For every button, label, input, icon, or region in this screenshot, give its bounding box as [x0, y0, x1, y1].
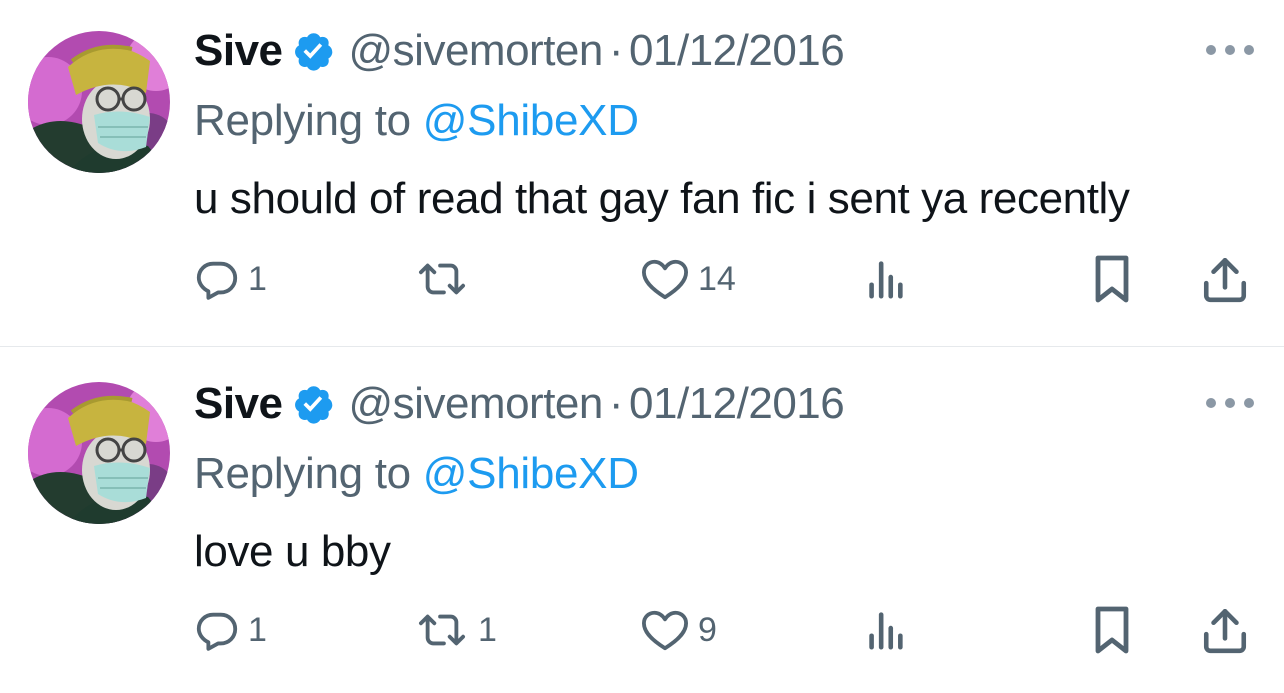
views-bar-chart-icon	[869, 612, 903, 650]
bookmark-icon	[1095, 606, 1129, 654]
retweet-count: 1	[478, 610, 497, 649]
verified-badge-icon	[291, 29, 335, 73]
replying-to-label: Replying to	[194, 449, 411, 498]
avatar-image	[28, 382, 170, 524]
like-heart-icon	[642, 259, 688, 300]
avatar[interactable]	[28, 382, 170, 524]
share-icon	[1203, 257, 1247, 303]
like-count: 14	[698, 259, 736, 298]
action-bar: 1 1 9	[0, 605, 1284, 655]
reply-icon	[196, 261, 238, 300]
replying-to-label: Replying to	[194, 96, 411, 145]
tweet-text: u should of read that gay fan fic i sent…	[194, 174, 1130, 223]
reply-count: 1	[248, 259, 267, 298]
tweet[interactable]: Sive @sivemorten · 01/12/2016 Replying t…	[0, 0, 1284, 346]
handle[interactable]: @sivemorten	[349, 379, 604, 429]
action-bar: 1 14	[0, 254, 1284, 304]
like-button[interactable]: 14	[640, 254, 736, 304]
tweet-date[interactable]: 01/12/2016	[629, 26, 845, 76]
views-button[interactable]	[864, 254, 906, 304]
retweet-button[interactable]	[414, 254, 478, 304]
tweet-text: love u bby	[194, 527, 391, 576]
reply-button[interactable]: 1	[194, 254, 267, 304]
share-button[interactable]	[1202, 605, 1248, 655]
share-icon	[1203, 608, 1247, 654]
bookmark-button[interactable]	[1092, 605, 1132, 655]
more-options-icon[interactable]	[1206, 40, 1254, 60]
separator-dot: ·	[608, 26, 624, 75]
like-button[interactable]: 9	[640, 605, 717, 655]
retweet-button[interactable]: 1	[414, 605, 497, 655]
tweet-header: Sive @sivemorten · 01/12/2016	[194, 376, 845, 432]
avatar[interactable]	[28, 31, 170, 173]
bookmark-button[interactable]	[1092, 254, 1132, 304]
more-options-icon[interactable]	[1206, 393, 1254, 413]
replying-to: Replying to @ShibeXD	[194, 96, 639, 146]
bookmark-icon	[1095, 255, 1129, 303]
views-bar-chart-icon	[869, 261, 903, 299]
display-name[interactable]: Sive	[194, 379, 283, 429]
views-button[interactable]	[864, 605, 906, 655]
verified-badge-icon	[291, 382, 335, 426]
retweet-icon	[419, 263, 466, 295]
tweet-date[interactable]: 01/12/2016	[629, 379, 845, 429]
like-count: 9	[698, 610, 717, 649]
retweet-icon	[419, 614, 466, 646]
replying-to: Replying to @ShibeXD	[194, 449, 639, 499]
handle[interactable]: @sivemorten	[349, 26, 604, 76]
share-button[interactable]	[1202, 254, 1248, 304]
avatar-image	[28, 31, 170, 173]
mention-link[interactable]: @ShibeXD	[423, 449, 639, 498]
tweet[interactable]: Sive @sivemorten · 01/12/2016 Replying t…	[0, 346, 1284, 693]
reply-count: 1	[248, 610, 267, 649]
reply-button[interactable]: 1	[194, 605, 267, 655]
tweet-header: Sive @sivemorten · 01/12/2016	[194, 23, 845, 79]
tweet-thread: Sive @sivemorten · 01/12/2016 Replying t…	[0, 0, 1284, 693]
reply-icon	[196, 612, 238, 651]
display-name[interactable]: Sive	[194, 26, 283, 76]
mention-link[interactable]: @ShibeXD	[423, 96, 639, 145]
like-heart-icon	[642, 610, 688, 651]
separator-dot: ·	[608, 379, 624, 428]
